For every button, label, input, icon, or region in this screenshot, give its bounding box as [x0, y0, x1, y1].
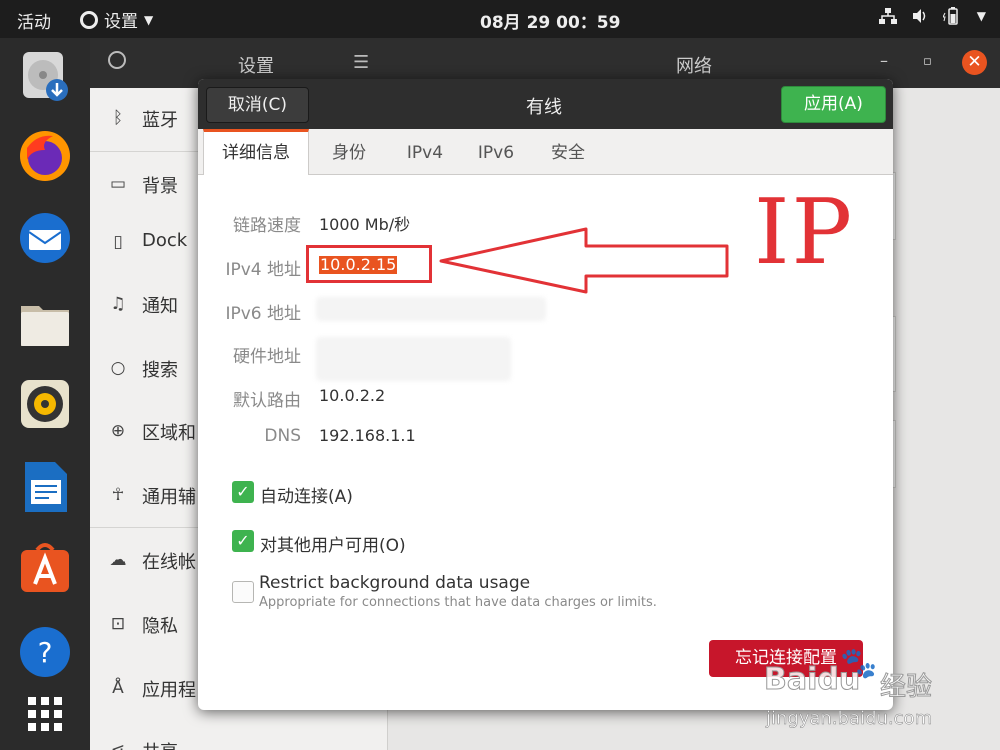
ip-annotation-text: IP	[754, 180, 855, 285]
sidebar-item-label: 共享	[142, 738, 178, 750]
sidebar-item-label: 隐私	[142, 616, 178, 637]
tab-identity[interactable]: 身份	[316, 129, 382, 175]
battery-icon	[942, 7, 958, 25]
system-tray[interactable]: ▼	[878, 6, 986, 26]
app-grid-icon[interactable]	[17, 686, 73, 742]
sidebar-item-label: 在线帐	[142, 552, 196, 573]
ipv6-address-label: IPv6 地址	[225, 304, 301, 324]
hardware-address-redacted	[316, 337, 511, 381]
search-icon[interactable]	[108, 51, 126, 69]
restrict-background-data-description: Appropriate for connections that have da…	[259, 595, 657, 610]
chevron-down-icon: ▼	[144, 12, 154, 27]
restrict-background-data-label: Restrict background data usage	[259, 573, 531, 593]
hamburger-menu-icon[interactable]: ☰	[353, 52, 369, 73]
maximize-icon[interactable]: ▫	[923, 54, 932, 69]
dns-value: 192.168.1.1	[319, 426, 416, 445]
sidebar-item-label: 搜索	[142, 360, 178, 381]
system-menu-icon: ▼	[976, 9, 986, 23]
tab-ipv6[interactable]: IPv6	[463, 129, 529, 175]
sidebar-item-label: 蓝牙	[142, 110, 178, 131]
auto-connect-label: 自动连接(A)	[260, 487, 353, 507]
network-icon	[878, 8, 897, 24]
default-route-label: 默认路由	[233, 391, 301, 411]
volume-icon	[912, 9, 926, 23]
restrict-background-data-checkbox[interactable]	[232, 581, 254, 603]
ipv4-address-label: IPv4 地址	[225, 260, 301, 280]
software-center-icon[interactable]	[17, 540, 73, 596]
panel-title: 网络	[676, 56, 712, 77]
ip-highlight-box	[306, 245, 432, 283]
accessibility-icon: ☥	[111, 485, 125, 505]
apply-button[interactable]: 应用(A)	[781, 86, 886, 123]
firefox-icon[interactable]	[17, 128, 73, 184]
apps-icon: Å	[112, 678, 124, 698]
bell-icon: ♫	[110, 294, 126, 314]
cancel-button[interactable]: 取消(C)	[206, 87, 309, 123]
link-speed-label: 链路速度	[233, 216, 301, 236]
disk-installer-icon[interactable]	[17, 48, 73, 104]
watermark-url: jingyan.baidu.com	[766, 708, 933, 730]
sidebar-item-label: 通用辅	[142, 487, 196, 508]
dock-icon: ▯	[113, 232, 123, 252]
tab-ipv4[interactable]: IPv4	[392, 129, 458, 175]
share-icon: ⋖	[110, 740, 126, 750]
available-to-all-users-checkbox[interactable]: ✓	[232, 530, 254, 552]
sidebar-item-label: 通知	[142, 296, 178, 317]
wired-connection-dialog: 取消(C) 有线 应用(A) 详细信息 身份 IPv4 IPv6 安全 链路速度…	[198, 79, 893, 710]
tab-details[interactable]: 详细信息	[203, 129, 309, 175]
paw-icon: 🐾	[840, 646, 878, 681]
tab-security[interactable]: 安全	[535, 129, 601, 175]
close-icon[interactable]: ✕	[962, 50, 987, 75]
dialog-tabs: 详细信息 身份 IPv4 IPv6 安全	[198, 129, 893, 175]
globe-icon: ⊕	[110, 421, 126, 441]
libreoffice-writer-icon[interactable]	[17, 458, 73, 514]
cloud-icon: ☁	[109, 550, 127, 570]
auto-connect-checkbox[interactable]: ✓	[232, 481, 254, 503]
app-menu-label: 设置	[104, 12, 138, 32]
baidu-watermark: Baidu 🐾 经验 jingyan.baidu.com	[760, 646, 950, 730]
lock-icon: ⊡	[110, 614, 126, 634]
background-icon: ▭	[109, 174, 127, 194]
activities-button[interactable]: 活动	[17, 8, 51, 33]
sidebar-title: 设置	[238, 56, 274, 77]
link-speed-value: 1000 Mb/秒	[319, 215, 411, 234]
sidebar-item-sharing[interactable]: ⋖ 共享	[90, 720, 388, 750]
top-bar: 活动 设置 ▼ 08月 29 00：59 ▼	[0, 0, 1000, 38]
dialog-title: 有线	[526, 97, 562, 118]
hardware-address-label: 硬件地址	[233, 347, 301, 367]
dock: ?	[0, 38, 90, 750]
sidebar-item-label: 背景	[142, 176, 178, 197]
app-menu[interactable]: 设置 ▼	[80, 7, 153, 32]
annotation-arrow	[439, 227, 729, 294]
svg-text:?: ?	[38, 636, 53, 669]
dns-label: DNS	[264, 426, 301, 446]
clock[interactable]: 08月 29 00：59	[480, 8, 620, 33]
thunderbird-icon[interactable]	[17, 210, 73, 266]
sidebar-item-label: Dock	[142, 230, 188, 251]
settings-gear-icon	[80, 10, 98, 29]
rhythmbox-icon[interactable]	[17, 376, 73, 432]
minimize-icon[interactable]: –	[880, 51, 888, 70]
default-route-value: 10.0.2.2	[319, 386, 386, 405]
watermark-suffix: 经验	[879, 672, 933, 703]
search-icon: ○	[110, 358, 126, 378]
sidebar-item-label: 应用程	[142, 680, 196, 701]
sidebar-item-label: 区域和	[142, 423, 196, 444]
bluetooth-icon: ᛒ	[112, 108, 124, 128]
dialog-headerbar: 取消(C) 有线 应用(A)	[198, 79, 893, 129]
available-to-all-users-label: 对其他用户可用(O)	[260, 536, 406, 556]
files-icon[interactable]	[17, 296, 73, 352]
help-icon[interactable]: ?	[17, 624, 73, 680]
ipv6-address-redacted	[316, 297, 546, 321]
